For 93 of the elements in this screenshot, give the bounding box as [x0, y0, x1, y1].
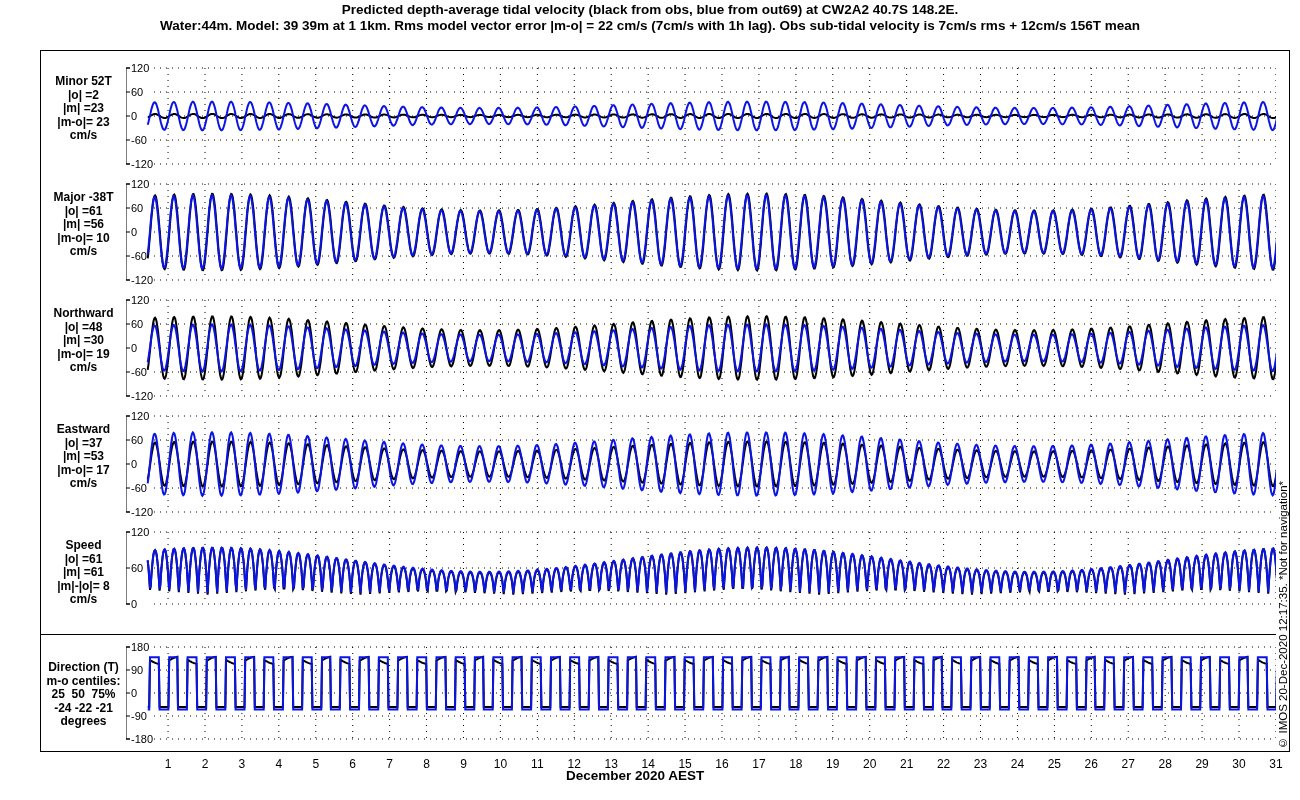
axis-tick-label: 120 — [131, 410, 150, 422]
panel-stat-line: Northward — [53, 307, 114, 321]
panel-stat-line: |m| =30 — [62, 334, 105, 348]
axis-tick-label: 120 — [131, 62, 150, 74]
panel-stat-line: |o| =48 — [64, 320, 103, 334]
axis-tick-label: -90 — [131, 710, 147, 722]
axis-tick-label: -60 — [131, 482, 147, 494]
panel-stat-line: cm/s — [69, 361, 98, 375]
day-label: 27 — [1121, 757, 1135, 771]
axis-tick-label: -60 — [131, 366, 147, 378]
day-label: 20 — [863, 757, 877, 771]
axis-tick-label: 60 — [131, 434, 144, 446]
day-label: 9 — [460, 757, 467, 771]
axis-tick-label: -120 — [131, 158, 154, 170]
panel-stat-line: cm/s — [69, 245, 98, 259]
panel-stat-line: Minor 52T — [55, 75, 112, 89]
day-label: 21 — [899, 757, 914, 771]
day-label: 17 — [752, 757, 766, 771]
day-label: 12 — [567, 757, 581, 771]
axis-tick-label: 60 — [131, 318, 144, 330]
panel-stat-line: cm/s — [69, 129, 98, 143]
panel-stat-line: |m| =56 — [62, 218, 105, 232]
day-label: 18 — [789, 757, 803, 771]
day-label: 11 — [531, 757, 544, 771]
day-label: 19 — [826, 757, 840, 771]
day-label: 23 — [973, 757, 988, 771]
panel-stat-line: |o| =61 — [64, 552, 103, 566]
day-label: 14 — [641, 757, 655, 771]
chart-title: Predicted depth-average tidal velocity (black from obs, blue from out69) at CW2A2 40.7S 148.2E. — [341, 2, 959, 18]
day-label: 16 — [715, 757, 729, 771]
axis-tick-label: 60 — [131, 562, 144, 574]
axis-tick-label: 180 — [131, 641, 150, 653]
day-label: 22 — [936, 757, 951, 771]
axis-tick-label: 90 — [131, 664, 144, 676]
day-label: 30 — [1232, 757, 1246, 771]
axis-tick-label: -120 — [131, 274, 154, 286]
day-label: 25 — [1047, 757, 1062, 771]
day-label: 2 — [201, 757, 209, 771]
panel-stat-line: Direction (T) — [48, 661, 119, 675]
axis-tick-label: 120 — [131, 294, 150, 306]
day-label: 8 — [423, 757, 430, 771]
day-label: 26 — [1084, 757, 1098, 771]
panel-stat-line: |m-o|= 10 — [57, 231, 110, 245]
axis-tick-label: 0 — [131, 687, 138, 699]
day-label: 7 — [386, 757, 393, 771]
day-label: 10 — [493, 757, 508, 771]
day-label: 4 — [275, 757, 283, 771]
day-label: 29 — [1195, 757, 1209, 771]
panel-stat-line: degrees — [60, 715, 107, 729]
axis-tick-label: -60 — [131, 134, 147, 146]
panel-stat-line: |m|-|o|= 8 — [57, 579, 110, 593]
day-label: 3 — [238, 757, 246, 771]
axis-tick-label: 0 — [131, 110, 138, 122]
panel-stat-line: |m| =61 — [62, 566, 105, 580]
day-label: 15 — [678, 757, 692, 771]
day-label: 6 — [349, 757, 357, 771]
axis-tick-label: 60 — [131, 86, 144, 98]
axis-tick-label: 60 — [131, 202, 144, 214]
day-label: 13 — [604, 757, 618, 771]
axis-tick-label: -60 — [131, 250, 147, 262]
day-label: 28 — [1158, 757, 1172, 771]
axis-tick-label: 0 — [131, 458, 138, 470]
panel-stat-line: -24 -22 -21 — [54, 701, 113, 715]
axis-tick-label: 0 — [131, 598, 138, 610]
panel-stat-line: Speed — [65, 539, 102, 553]
axis-tick-label: -120 — [131, 506, 154, 518]
copyright-note: © IMOS 20-Dec-2020 12:17:35. *Not for navigation* — [1276, 481, 1289, 749]
axis-tick-label: -180 — [131, 733, 154, 745]
panel-stat-line: |m-o|= 23 — [57, 115, 110, 129]
panel-stat-line: |o| =2 — [67, 88, 100, 102]
panel-stat-line: Eastward — [56, 423, 111, 437]
panel-stat-line: |m-o|= 17 — [57, 463, 110, 477]
panel-stat-line: Major -38T — [53, 191, 114, 205]
panel-stat-line: |o| =37 — [64, 436, 103, 450]
panel-stat-line: 25 50 75% — [51, 688, 116, 702]
day-label: 1 — [164, 757, 172, 771]
day-label: 5 — [312, 757, 320, 771]
panel-stat-line: cm/s — [69, 477, 98, 491]
panel-stat-line: |m| =23 — [62, 102, 105, 116]
panel-stat-line: |o| =61 — [64, 204, 103, 218]
axis-tick-label: 0 — [131, 226, 138, 238]
panel-stat-line: |m| =53 — [62, 450, 105, 464]
day-label: 24 — [1010, 757, 1025, 771]
x-axis-label: December 2020 AEST — [566, 768, 706, 783]
axis-tick-label: 0 — [131, 342, 138, 354]
panel-stat-line: m-o centiles: — [46, 674, 121, 688]
day-label: 31 — [1269, 757, 1283, 771]
panel-stat-line: cm/s — [69, 593, 98, 607]
axis-tick-label: 120 — [131, 526, 150, 538]
axis-tick-label: 120 — [131, 178, 150, 190]
chart-title: Water:44m. Model: 39 39m at 1 1km. Rms model vector error |m-o| = 22 cm/s (7cm/s with 1h lag). Obs sub-tidal velocity is 7cm/s rms + 12cm/s 156T mean — [159, 18, 1141, 34]
panel-stat-line: |m-o|= 19 — [57, 347, 110, 361]
axis-tick-label: -120 — [131, 390, 154, 402]
